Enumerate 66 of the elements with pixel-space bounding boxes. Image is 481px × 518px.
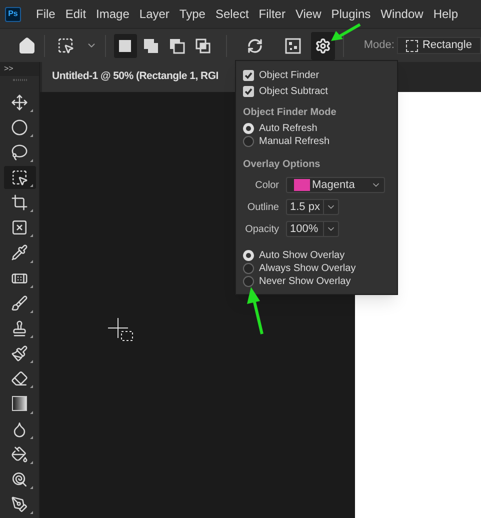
- dashed-circle-icon: [11, 118, 28, 136]
- pen-icon: [11, 496, 28, 514]
- home-icon[interactable]: [18, 36, 36, 54]
- lollipop-icon: [11, 470, 28, 488]
- shape-operation-button[interactable]: [114, 34, 137, 58]
- menu-item[interactable]: Plugins: [326, 5, 376, 23]
- move-arrows-icon: [11, 94, 28, 111]
- tool-button[interactable]: [4, 166, 36, 190]
- refresh-icon[interactable]: [246, 38, 263, 54]
- checkbox-label[interactable]: Object Finder: [259, 68, 320, 82]
- crossed-frame-icon: [11, 219, 28, 236]
- menu-item[interactable]: Help: [428, 5, 463, 23]
- arrow-drawing: [331, 23, 361, 42]
- mode-label: Mode:: [364, 38, 394, 54]
- droplet-icon: [11, 420, 28, 438]
- opacity-label: Opacity: [244, 222, 280, 236]
- new-shape-icon: [117, 38, 134, 54]
- settings-icon: [314, 38, 331, 54]
- lasso-icon: [11, 144, 28, 161]
- subtract-shape-icon: [169, 38, 186, 54]
- outline-label: Outline: [246, 200, 280, 214]
- color-dropdown[interactable]: Magenta: [286, 177, 385, 193]
- crop-icon: [11, 194, 28, 212]
- arrow-drawing: [246, 286, 266, 336]
- mode-dropdown[interactable]: Rectangle: [397, 37, 481, 54]
- checkbox[interactable]: [243, 70, 254, 80]
- menu-item[interactable]: File: [31, 5, 60, 23]
- intersect-shape-icon: [195, 38, 212, 54]
- checkbox[interactable]: [243, 86, 254, 96]
- menu-item[interactable]: Type: [174, 5, 210, 23]
- color-value: Magenta: [312, 178, 356, 193]
- gradient-icon: [12, 396, 27, 412]
- radio-button[interactable]: [243, 136, 254, 147]
- radio-label[interactable]: Auto Refresh: [259, 121, 318, 136]
- color-label: Color: [254, 178, 280, 192]
- panel-toggle[interactable]: >>: [4, 64, 14, 73]
- radio-label[interactable]: Always Show Overlay: [259, 261, 356, 276]
- eyedropper-icon: [11, 244, 28, 262]
- section-heading: Overlay Options: [243, 158, 322, 172]
- paintbrush-icon: [11, 345, 28, 362]
- bucket-icon: [11, 446, 28, 463]
- dashed-rectangle-icon: [406, 40, 418, 52]
- radio-button[interactable]: [243, 276, 254, 287]
- menu-item[interactable]: Image: [91, 5, 134, 23]
- dotted-square-icon[interactable]: [284, 38, 301, 54]
- menu-item[interactable]: Edit: [60, 5, 92, 23]
- menu-item[interactable]: Filter: [254, 5, 290, 23]
- menu-item[interactable]: Window: [376, 5, 428, 23]
- brush-icon: [11, 294, 28, 312]
- menu-item[interactable]: View: [290, 5, 326, 23]
- settings-button[interactable]: [310, 32, 335, 60]
- section-heading: Object Finder Mode: [243, 106, 338, 120]
- radio-label[interactable]: Manual Refresh: [259, 134, 330, 149]
- menu-item[interactable]: Select: [210, 5, 254, 23]
- dashed-square-pointer-icon: [11, 169, 28, 186]
- radio-label[interactable]: Auto Show Overlay: [259, 248, 345, 263]
- radio-button[interactable]: [243, 263, 254, 274]
- stamp-icon: [11, 320, 28, 337]
- dashed-square-pointer-icon[interactable]: [56, 37, 74, 54]
- menu-item[interactable]: Layer: [134, 5, 174, 23]
- radio-label[interactable]: Never Show Overlay: [259, 274, 351, 289]
- add-shape-icon: [143, 38, 160, 54]
- mode-value: Rectangle: [422, 38, 472, 54]
- eraser-icon: [11, 370, 28, 388]
- app-logo[interactable]: Ps: [5, 6, 21, 22]
- crosshair-cursor-icon: [108, 318, 134, 342]
